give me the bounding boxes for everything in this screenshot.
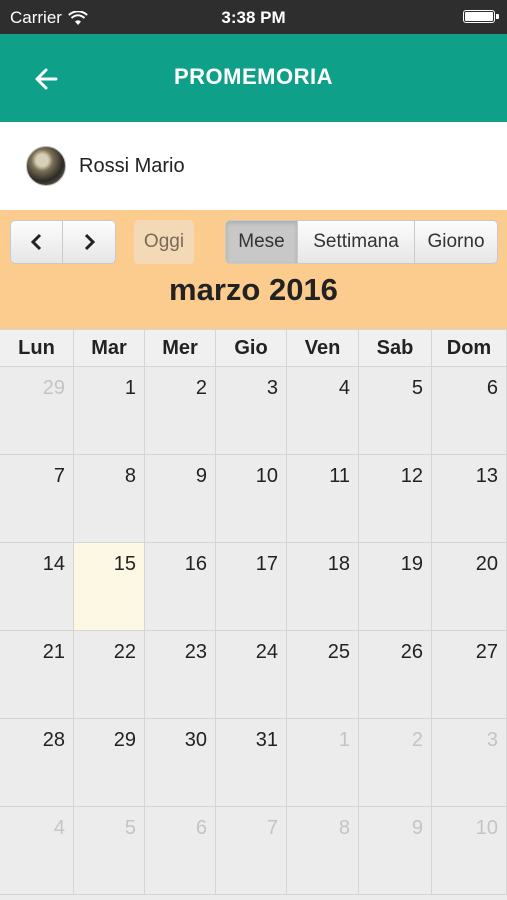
weekday-header: Dom bbox=[432, 330, 507, 367]
page-title: PROMEMORIA bbox=[174, 64, 333, 89]
next-button[interactable] bbox=[63, 220, 116, 264]
day-cell[interactable]: 6 bbox=[432, 367, 507, 455]
day-cell[interactable]: 23 bbox=[145, 631, 216, 719]
day-cell[interactable]: 4 bbox=[287, 367, 359, 455]
status-bar: Carrier 3:38 PM bbox=[0, 0, 507, 34]
day-cell[interactable]: 29 bbox=[74, 719, 145, 807]
day-cell[interactable]: 8 bbox=[74, 455, 145, 543]
day-cell[interactable]: 12 bbox=[359, 455, 432, 543]
day-cell[interactable]: 4 bbox=[0, 807, 74, 895]
day-cell[interactable]: 3 bbox=[216, 367, 287, 455]
user-name: Rossi Mario bbox=[79, 154, 185, 177]
weekday-header: Ven bbox=[287, 330, 359, 367]
clock: 3:38 PM bbox=[221, 8, 286, 27]
view-switcher: Mese Settimana Giorno bbox=[225, 220, 498, 264]
prev-next-group bbox=[10, 220, 116, 264]
day-cell-today[interactable]: 15 bbox=[74, 543, 145, 631]
day-cell[interactable]: 9 bbox=[359, 807, 432, 895]
day-cell[interactable]: 7 bbox=[0, 455, 74, 543]
day-cell[interactable]: 8 bbox=[287, 807, 359, 895]
day-cell[interactable]: 27 bbox=[432, 631, 507, 719]
day-cell[interactable]: 17 bbox=[216, 543, 287, 631]
weekday-header: Sab bbox=[359, 330, 432, 367]
calendar-toolbar: Oggi Mese Settimana Giorno marzo 2016 bbox=[0, 210, 507, 329]
weekday-header: Lun bbox=[0, 330, 74, 367]
day-cell[interactable]: 10 bbox=[216, 455, 287, 543]
day-cell[interactable]: 29 bbox=[0, 367, 74, 455]
user-info: Rossi Mario bbox=[0, 122, 507, 210]
month-title: marzo 2016 bbox=[169, 272, 338, 307]
prev-button[interactable] bbox=[10, 220, 63, 264]
today-button[interactable]: Oggi bbox=[134, 220, 194, 264]
day-cell[interactable]: 5 bbox=[74, 807, 145, 895]
day-cell[interactable]: 28 bbox=[0, 719, 74, 807]
day-cell[interactable]: 1 bbox=[287, 719, 359, 807]
day-cell[interactable]: 11 bbox=[287, 455, 359, 543]
day-cell[interactable]: 21 bbox=[0, 631, 74, 719]
day-cell[interactable]: 20 bbox=[432, 543, 507, 631]
view-day-button[interactable]: Giorno bbox=[415, 220, 498, 264]
day-cell[interactable]: 25 bbox=[287, 631, 359, 719]
day-cell[interactable]: 13 bbox=[432, 455, 507, 543]
calendar-grid: Lun Mar Mer Gio Ven Sab Dom 29 1 2 3 4 5 6 7 8 9 10 11 12 13… bbox=[0, 329, 507, 895]
day-cell[interactable]: 1 bbox=[74, 367, 145, 455]
app-header: PROMEMORIA bbox=[0, 34, 507, 122]
day-cell[interactable]: 5 bbox=[359, 367, 432, 455]
day-cell[interactable]: 18 bbox=[287, 543, 359, 631]
day-cell[interactable]: 19 bbox=[359, 543, 432, 631]
day-cell[interactable]: 7 bbox=[216, 807, 287, 895]
weekday-header: Mar bbox=[74, 330, 145, 367]
weekday-header: Mer bbox=[145, 330, 216, 367]
day-cell[interactable]: 2 bbox=[359, 719, 432, 807]
day-cell[interactable]: 6 bbox=[145, 807, 216, 895]
day-cell[interactable]: 31 bbox=[216, 719, 287, 807]
day-cell[interactable]: 30 bbox=[145, 719, 216, 807]
weekday-header: Gio bbox=[216, 330, 287, 367]
day-cell[interactable]: 2 bbox=[145, 367, 216, 455]
day-cell[interactable]: 3 bbox=[432, 719, 507, 807]
day-cell[interactable]: 9 bbox=[145, 455, 216, 543]
view-month-button[interactable]: Mese bbox=[225, 220, 298, 264]
day-cell[interactable]: 22 bbox=[74, 631, 145, 719]
day-cell[interactable]: 14 bbox=[0, 543, 74, 631]
battery-icon bbox=[463, 10, 499, 23]
chevron-right-icon bbox=[84, 233, 96, 251]
view-week-button[interactable]: Settimana bbox=[298, 220, 415, 264]
day-cell[interactable]: 26 bbox=[359, 631, 432, 719]
chevron-left-icon bbox=[30, 233, 41, 251]
avatar bbox=[26, 146, 66, 186]
day-cell[interactable]: 16 bbox=[145, 543, 216, 631]
day-cell[interactable]: 10 bbox=[432, 807, 507, 895]
day-cell[interactable]: 24 bbox=[216, 631, 287, 719]
